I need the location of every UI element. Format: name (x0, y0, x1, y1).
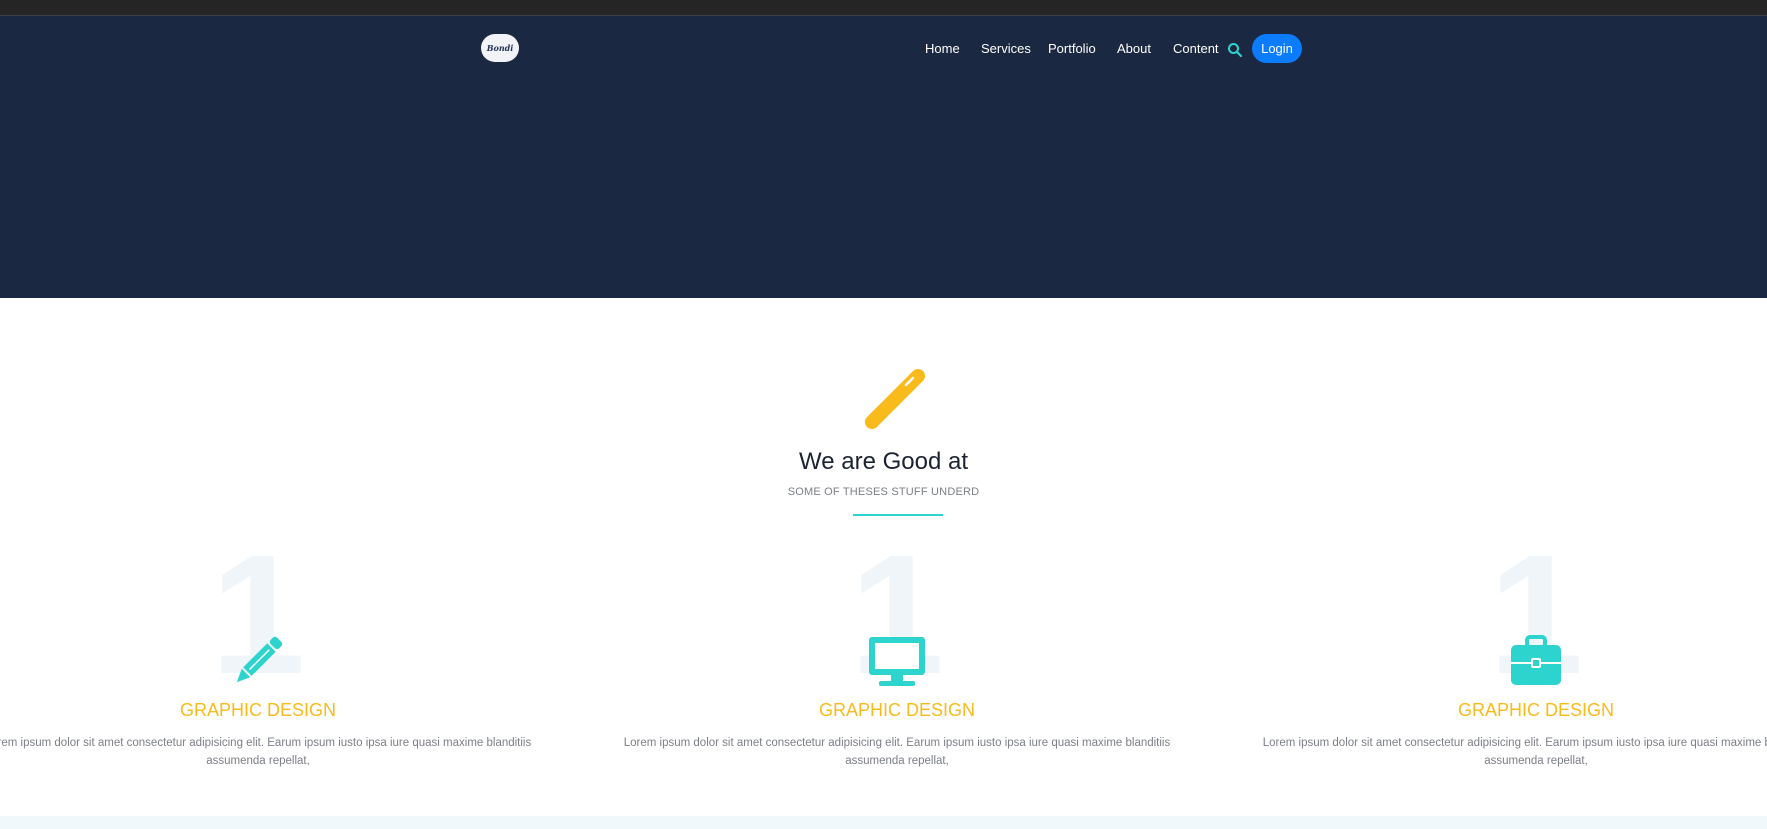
service-card: 1 GRAPHIC DESIGN Lorem ipsum dolor sit a… (1241, 530, 1767, 780)
nav-portfolio[interactable]: Portfolio (1048, 41, 1096, 56)
pencil-icon (230, 633, 286, 689)
login-button[interactable]: Login (1252, 34, 1302, 63)
nav-home[interactable]: Home (925, 41, 960, 56)
card-number: 1 (1488, 520, 1584, 710)
card-title: GRAPHIC DESIGN (818, 700, 976, 720)
title-underline (853, 514, 943, 516)
service-card: 1 GRAPHIC DESIGN Lorem ipsum dolor sit a… (602, 530, 1192, 780)
site-logo[interactable]: Bondi (481, 34, 519, 62)
section-subtitle: SOME OF THESES STUFF UNDERD (787, 486, 980, 498)
browser-top-bar (0, 0, 1767, 16)
card-description: Lorem ipsum dolor sit amet consectetur a… (623, 737, 1171, 767)
briefcase-icon (1508, 633, 1564, 689)
hero-header (0, 16, 1767, 298)
next-section-band (0, 816, 1767, 829)
magic-wand-icon (862, 366, 928, 432)
service-card: 1 GRAPHIC DESIGN Lorem ipsum dolor sit a… (0, 530, 553, 780)
monitor-icon (869, 633, 925, 689)
logo-text: Bondi (486, 43, 514, 53)
nav-content[interactable]: Content (1173, 41, 1219, 56)
search-icon[interactable] (1227, 42, 1243, 58)
card-title: GRAPHIC DESIGN (1457, 700, 1615, 720)
card-description: Lorem ipsum dolor sit amet consectetur a… (1262, 737, 1767, 767)
card-description: Lorem ipsum dolor sit amet consectetur a… (0, 737, 532, 767)
nav-about[interactable]: About (1117, 41, 1151, 56)
nav-services[interactable]: Services (981, 41, 1031, 56)
section-title: We are Good at (799, 448, 968, 475)
card-title: GRAPHIC DESIGN (179, 700, 337, 720)
